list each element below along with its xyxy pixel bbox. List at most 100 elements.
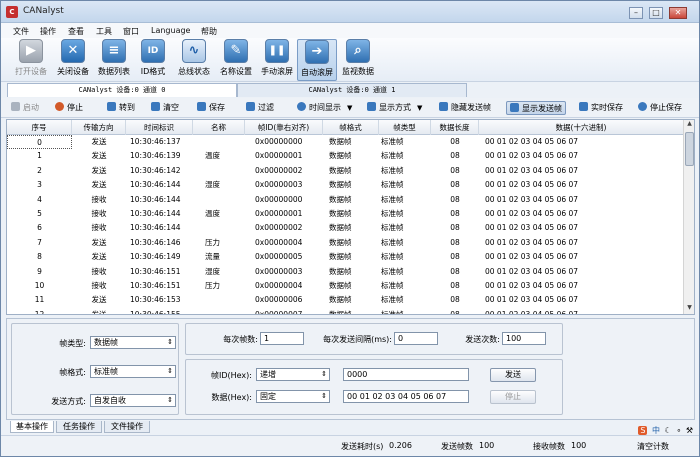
start-button[interactable]: 启动 bbox=[11, 101, 39, 115]
table-cell: 数据帧 bbox=[329, 165, 352, 175]
close-device-button[interactable]: ✕ 关闭设备 bbox=[53, 39, 93, 81]
table-row[interactable]: 1 发送 10:30:46:139 温度 0x00000001 数据帧 标准帧 08 00 01… bbox=[7, 149, 684, 163]
tab-device0-channel1[interactable]: CANalyst 设备:0 通道 1 bbox=[237, 83, 467, 97]
bus-status-label: 总线状态 bbox=[178, 67, 210, 76]
column-header[interactable]: 数据(十六进制) bbox=[479, 120, 684, 135]
table-cell bbox=[193, 135, 245, 149]
column-header[interactable]: 帧格式 bbox=[323, 120, 379, 135]
ime-tray: S 中 ☾ ∘ ⚒ bbox=[636, 425, 693, 435]
frame-format-select[interactable]: 标准帧 ⇕ bbox=[90, 365, 176, 378]
close-window-button[interactable]: ✕ bbox=[669, 7, 687, 19]
scrollbar-thumb[interactable] bbox=[685, 132, 694, 166]
data-input[interactable]: 00 01 02 03 04 05 06 07 bbox=[343, 390, 469, 403]
monitor-data-button[interactable]: ⌕ 监视数据 bbox=[339, 39, 377, 81]
bus-status-button[interactable]: ∿ 总线状态 bbox=[175, 39, 213, 81]
clear-button[interactable]: 清空 bbox=[151, 101, 179, 115]
table-cell: 10:30:46:151 bbox=[130, 280, 181, 290]
ime-language-indicator[interactable]: 中 bbox=[652, 426, 660, 435]
manual-scroll-button[interactable]: ❚❚ 手动滚屏 bbox=[258, 39, 296, 81]
minimize-button[interactable]: – bbox=[629, 7, 643, 19]
send-interval-input[interactable]: 0 bbox=[394, 332, 438, 345]
table-cell: 7 bbox=[37, 237, 42, 247]
tab-device0-channel0[interactable]: CANalyst 设备:0 通道 0 bbox=[7, 83, 237, 97]
menu-tools[interactable]: 工具 bbox=[96, 26, 112, 37]
chevron-down-icon: ▼ bbox=[347, 104, 353, 112]
tab-task-operation[interactable]: 任务操作 bbox=[56, 421, 102, 433]
goto-button[interactable]: 转到 bbox=[107, 101, 135, 115]
frame-type-select[interactable]: 数据帧 ⇕ bbox=[90, 336, 176, 349]
frame-format-label: 帧格式: bbox=[59, 368, 86, 377]
save-icon bbox=[197, 102, 206, 111]
scroll-up-icon[interactable]: ▲ bbox=[684, 120, 694, 130]
column-header[interactable]: 名称 bbox=[193, 120, 245, 135]
maximize-button[interactable]: □ bbox=[649, 7, 663, 19]
wrench-icon: ⚒ bbox=[685, 426, 693, 435]
clear-count-button[interactable]: 清空计数 bbox=[637, 441, 669, 452]
title-bar: C CANalyst – □ ✕ bbox=[1, 1, 699, 23]
auto-scroll-button[interactable]: ➔ 自动滚屏 bbox=[297, 39, 337, 81]
scroll-down-icon[interactable]: ▼ bbox=[684, 304, 694, 314]
menu-view[interactable]: 查看 bbox=[68, 26, 84, 37]
table-row[interactable]: 6 接收 10:30:46:144 0x00000002 数据帧 标准帧 08 00 01 0… bbox=[7, 221, 684, 235]
menu-operation[interactable]: 操作 bbox=[40, 26, 56, 37]
table-row[interactable]: 4 接收 10:30:46:144 0x00000000 数据帧 标准帧 08 00 01 0… bbox=[7, 193, 684, 207]
table-row[interactable]: 3 发送 10:30:46:144 湿度 0x00000003 数据帧 标准帧 08 00 01… bbox=[7, 178, 684, 192]
column-header[interactable]: 帧类型 bbox=[379, 120, 431, 135]
send-count-input[interactable]: 100 bbox=[502, 332, 546, 345]
stop-button[interactable]: 停止 bbox=[55, 101, 83, 115]
vertical-scrollbar[interactable]: ▲ ▼ bbox=[683, 120, 694, 314]
save-button[interactable]: 保存 bbox=[197, 101, 225, 115]
stop-save-button[interactable]: 停止保存 bbox=[638, 101, 682, 115]
frame-id-input[interactable]: 0000 bbox=[343, 368, 469, 381]
goto-label: 转到 bbox=[119, 103, 135, 112]
display-mode-dropdown[interactable]: 显示方式 ▼ bbox=[367, 101, 422, 115]
send-mode-select[interactable]: 自发自收 ⇕ bbox=[90, 394, 176, 407]
table-cell: 标准帧 bbox=[381, 266, 404, 276]
table-cell bbox=[193, 293, 245, 307]
table-row[interactable]: 10 接收 10:30:46:151 压力 0x00000004 数据帧 标准帧 08 00 0… bbox=[7, 279, 684, 293]
display-mode-label: 显示方式 bbox=[379, 103, 411, 112]
menu-file[interactable]: 文件 bbox=[13, 26, 29, 37]
table-row[interactable]: 9 接收 10:30:46:151 湿度 0x00000003 数据帧 标准帧 08 00 01… bbox=[7, 265, 684, 279]
frame-id-mode-select[interactable]: 递增 ⇕ bbox=[256, 368, 330, 381]
column-header[interactable]: 时间标识 bbox=[126, 120, 193, 135]
frames-per-send-input[interactable]: 1 bbox=[260, 332, 304, 345]
menu-help[interactable]: 帮助 bbox=[201, 26, 217, 37]
show-send-frames-button[interactable]: 显示发送帧 bbox=[506, 101, 566, 115]
table-row[interactable]: 5 接收 10:30:46:144 温度 0x00000001 数据帧 标准帧 08 00 01… bbox=[7, 207, 684, 221]
filter-label: 过滤 bbox=[258, 103, 274, 112]
tab-basic-operation[interactable]: 基本操作 bbox=[10, 421, 54, 433]
id-format-button[interactable]: ID ID格式 bbox=[137, 39, 169, 81]
table-cell: 标准帧 bbox=[381, 295, 404, 305]
menu-language[interactable]: Language bbox=[151, 26, 190, 35]
table-row[interactable]: 8 发送 10:30:46:149 流量 0x00000005 数据帧 标准帧 08 00 01… bbox=[7, 250, 684, 264]
realtime-save-button[interactable]: 实时保存 bbox=[579, 101, 623, 115]
time-display-dropdown[interactable]: 时间显示 ▼ bbox=[297, 101, 352, 115]
tab-file-operation[interactable]: 文件操作 bbox=[104, 421, 150, 433]
menu-bar: 文件 操作 查看 工具 窗口 Language 帮助 bbox=[1, 23, 699, 38]
open-device-button[interactable]: ▶ 打开设备 bbox=[11, 39, 51, 81]
table-cell: 数据帧 bbox=[329, 208, 352, 218]
data-list-button[interactable]: ≡ 数据列表 bbox=[95, 39, 133, 81]
table-row[interactable]: 2 发送 10:30:46:142 0x00000002 数据帧 标准帧 08 00 01 0… bbox=[7, 164, 684, 178]
filter-button[interactable]: 过滤 bbox=[246, 101, 274, 115]
column-header[interactable]: 数据长度 bbox=[431, 120, 479, 135]
hide-send-frames-button[interactable]: 隐藏发送帧 bbox=[439, 101, 491, 115]
stop-send-button[interactable]: 停止 bbox=[490, 390, 536, 404]
menu-window[interactable]: 窗口 bbox=[123, 26, 139, 37]
table-row[interactable]: 12 发送 10:30:46:155 0x00000007 数据帧 标准帧 08 00 01 … bbox=[7, 308, 684, 314]
data-mode-select[interactable]: 固定 ⇕ bbox=[256, 390, 330, 403]
table-row[interactable]: 0 发送 10:30:46:137 0x00000000 数据帧 标准帧 08 00 01 0… bbox=[7, 135, 684, 150]
table-cell: 00 01 02 03 04 05 06 07 bbox=[485, 180, 579, 190]
column-header[interactable]: 序号 bbox=[7, 120, 72, 135]
select-arrow-icon: ⇕ bbox=[321, 370, 327, 378]
filter-icon bbox=[246, 102, 255, 111]
column-header[interactable]: 帧ID(靠右对齐) bbox=[245, 120, 323, 135]
table-row[interactable]: 11 发送 10:30:46:153 0x00000006 数据帧 标准帧 08 00 01 … bbox=[7, 293, 684, 307]
name-settings-button[interactable]: ✎ 名称设置 bbox=[217, 39, 255, 81]
column-header[interactable]: 传输方向 bbox=[72, 120, 126, 135]
sent-frames-label: 发送帧数 bbox=[441, 442, 473, 451]
can-frame-table[interactable]: 序号 传输方向 时间标识 名称 帧ID(靠右对齐) 帧格式 帧类型 数据长度 数据(十六进制) … bbox=[6, 119, 695, 315]
send-button[interactable]: 发送 bbox=[490, 368, 536, 382]
table-row[interactable]: 7 发送 10:30:46:146 压力 0x00000004 数据帧 标准帧 08 00 01… bbox=[7, 236, 684, 250]
